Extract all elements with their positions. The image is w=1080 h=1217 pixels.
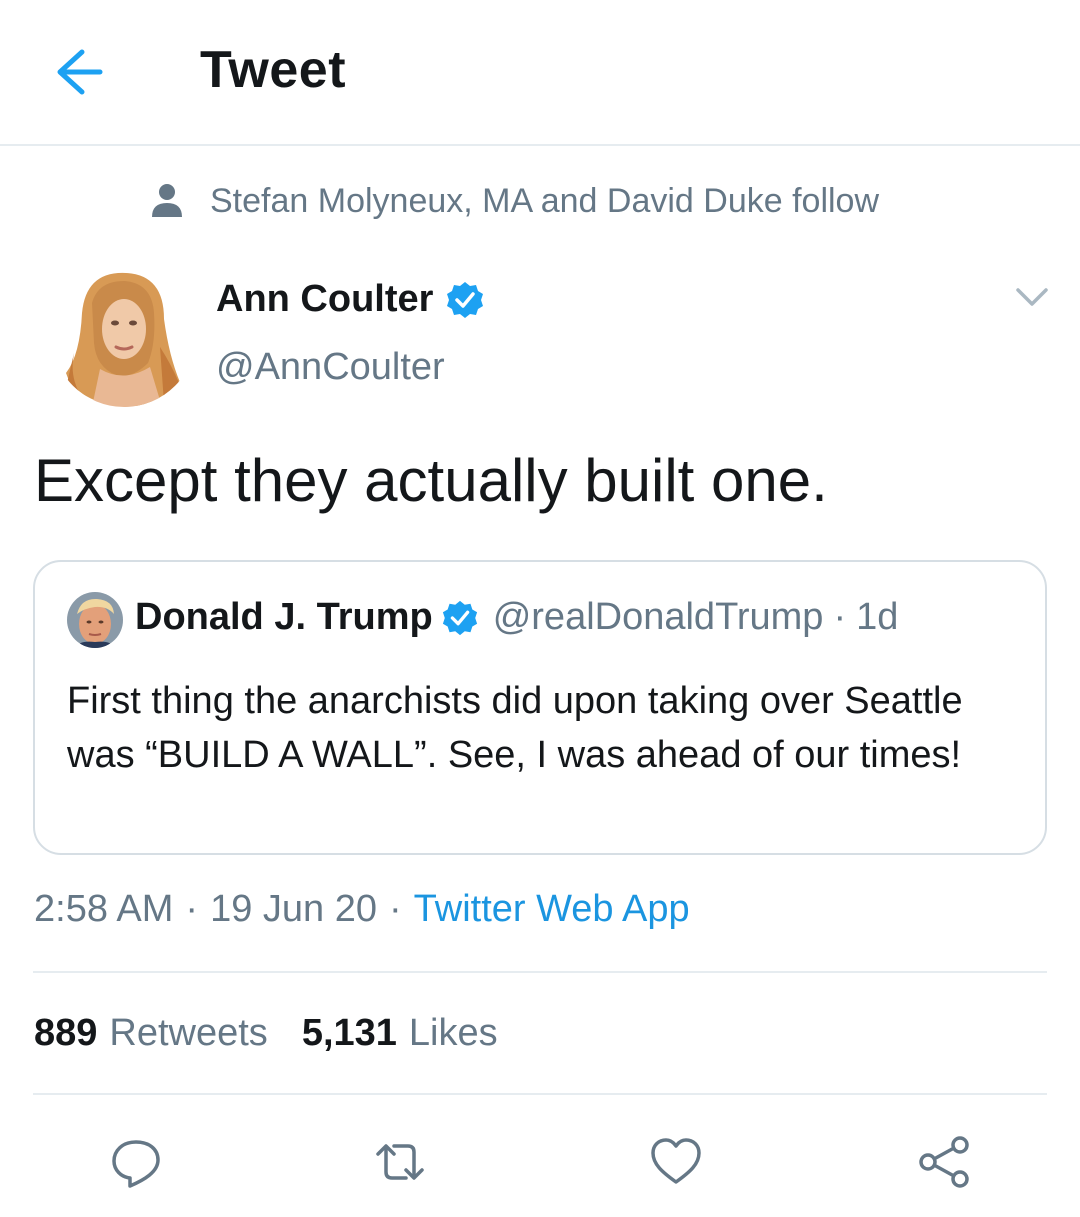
- likes-count: 5,131: [301, 1012, 397, 1054]
- quoted-tweet-card[interactable]: Donald J. Trump @realDonaldTrump · 1d Fi…: [33, 560, 1047, 855]
- page-title: Tweet: [200, 41, 347, 99]
- separator-dot: ·: [185, 888, 199, 930]
- separator-dot: ·: [389, 888, 402, 930]
- likes-label: Likes: [408, 1012, 498, 1054]
- like-button[interactable]: [646, 1132, 706, 1192]
- quoted-author-name: Donald J. Trump: [135, 596, 433, 638]
- quoted-tweet-header: Donald J. Trump @realDonaldTrump · 1d: [135, 596, 898, 639]
- retweet-button[interactable]: [370, 1132, 430, 1192]
- retweet-icon: [376, 1144, 424, 1180]
- person-icon: [152, 184, 182, 217]
- chevron-down-icon: [1016, 288, 1048, 306]
- back-button[interactable]: [48, 44, 108, 100]
- quoted-author-handle: @realDonaldTrump: [492, 596, 824, 638]
- quoted-author-avatar: [67, 592, 123, 648]
- author-name-text: Ann Coulter: [216, 278, 434, 320]
- retweets-label: Retweets: [109, 1012, 268, 1054]
- author-name[interactable]: Ann Coulter: [216, 278, 485, 321]
- verified-badge-icon: [442, 600, 477, 635]
- author-avatar-image: [52, 263, 196, 407]
- divider: [33, 1093, 1047, 1095]
- reply-icon: [112, 1140, 160, 1188]
- author-handle[interactable]: @AnnCoulter: [216, 346, 445, 389]
- verified-badge-icon: [447, 281, 484, 318]
- quoted-tweet-text: First thing the anarchists did upon taki…: [67, 680, 963, 776]
- tweet-text: Except they actually built one.: [34, 447, 828, 514]
- share-button[interactable]: [914, 1132, 974, 1192]
- tweet-time: 2:58 AM: [34, 888, 174, 930]
- quoted-tweet-time: 1d: [856, 596, 899, 638]
- more-options-button[interactable]: [1012, 280, 1052, 314]
- separator-dot: ·: [833, 596, 847, 638]
- tweet-date: 19 Jun 20: [210, 888, 377, 930]
- tweet-stats: 889 Retweets 5,131 Likes: [34, 1012, 532, 1055]
- tweet-metadata: 2:58 AM · 19 Jun 20 · Twitter Web App: [34, 888, 690, 931]
- social-context-text: Stefan Molyneux, MA and David Duke follo…: [210, 181, 880, 220]
- retweets-count: 889: [34, 1012, 98, 1054]
- quoted-author-avatar-image: [67, 592, 123, 648]
- tweet-source-link[interactable]: Twitter Web App: [414, 888, 690, 931]
- share-icon: [919, 1136, 969, 1188]
- arrow-left-icon: [57, 49, 103, 95]
- social-context: Stefan Molyneux, MA and David Duke follo…: [150, 176, 879, 226]
- top-bar: Tweet: [0, 0, 1080, 146]
- divider: [33, 971, 1047, 973]
- likes-stat[interactable]: 5,131 Likes: [302, 1012, 498, 1055]
- author-avatar[interactable]: [52, 263, 196, 407]
- reply-button[interactable]: [106, 1132, 166, 1192]
- like-icon: [651, 1138, 701, 1184]
- retweets-stat[interactable]: 889 Retweets: [34, 1012, 268, 1055]
